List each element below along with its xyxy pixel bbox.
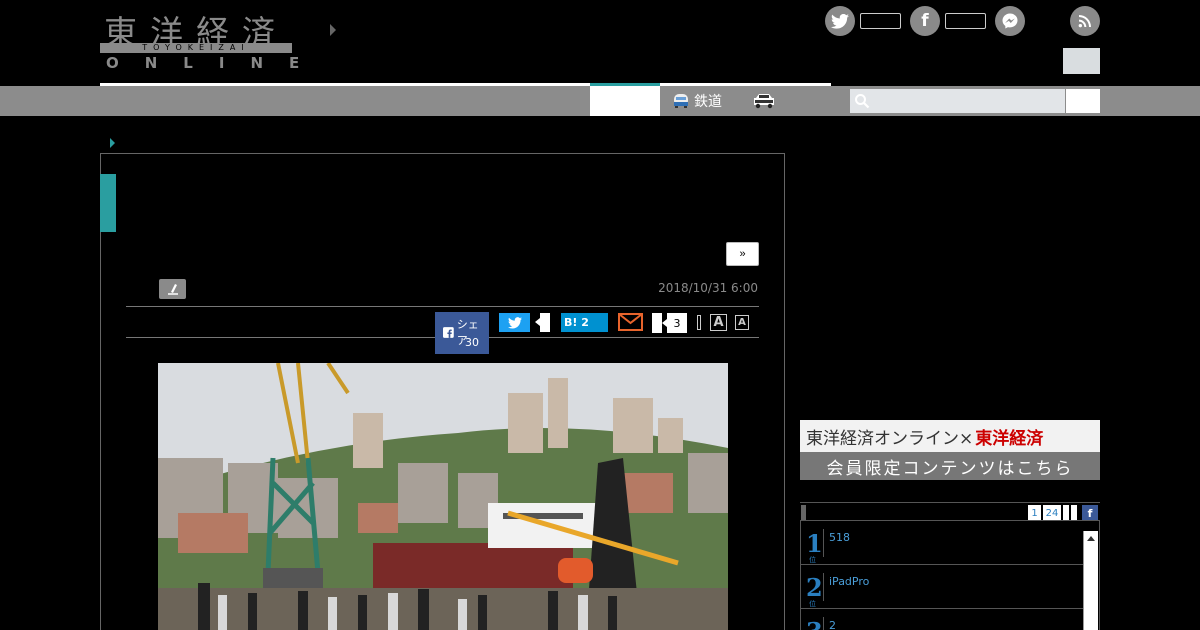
facebook-icon[interactable]: f [1082,505,1098,521]
ranking-tab-3[interactable] [1063,505,1069,521]
messenger-icon[interactable] [995,6,1025,36]
comment-button[interactable] [652,313,662,333]
ranking-list: 1 位 518 2 位 iPadPro 3 位 2 [800,520,1100,630]
author-icon[interactable] [159,279,186,299]
hatena-bookmark-button[interactable]: B! 2 [561,313,608,332]
facebook-share-count: 30 [465,336,479,349]
logo-online: ONLINE [106,54,326,72]
twitter-follow-count [860,13,901,29]
article-date: 2018/10/31 6:00 [658,281,758,295]
breadcrumb-caret-icon[interactable] [110,138,115,148]
nav-tab-railway[interactable]: 鉄道 [672,88,722,114]
divider [126,306,759,307]
car-icon[interactable] [752,92,776,110]
rank-suffix: 位 [809,556,816,564]
facebook-like-count [945,13,986,29]
mail-icon[interactable] [618,313,643,331]
banner-line2: 会員限定コンテンツはこちら [800,452,1100,480]
ranking-header-mark [801,505,806,521]
list-item[interactable]: 1 位 518 [801,521,1083,565]
list-item[interactable]: 2 位 iPadPro [801,565,1083,609]
rank-number: 2 [806,573,823,602]
ranking-scrollbar[interactable] [1083,531,1098,630]
facebook-icon [443,326,454,338]
next-page-button[interactable]: » [726,242,759,266]
rank-number: 1 [806,529,823,558]
rank-title[interactable]: iPadPro [829,575,869,588]
twitter-share-button[interactable] [499,313,530,332]
twitter-share-count [535,313,550,332]
rank-title[interactable]: 518 [829,531,850,544]
twitter-icon[interactable] [825,6,855,36]
list-item[interactable]: 3 位 2 [801,609,1083,630]
banner-brand: 東洋経済 [975,428,1044,449]
ranking-header: 1 24 f [800,502,1100,521]
rss-icon[interactable] [1070,6,1100,36]
divider [823,573,824,601]
site-logo[interactable]: 東洋経済 TOYOKEIZAI ONLINE [100,6,299,72]
search-button[interactable] [1066,89,1100,113]
article-photo [158,363,728,630]
login-button[interactable] [1063,48,1100,74]
facebook-share-button[interactable]: シェア 30 [435,312,489,354]
caret-right-icon[interactable] [330,24,336,36]
rank-number: 3 [806,617,823,630]
font-small-button[interactable]: A [735,315,749,330]
banner-line1-prefix: 東洋経済オンライン× [806,428,974,449]
facebook-icon[interactable]: f [910,6,940,36]
ranking-tab-1[interactable]: 1 [1028,505,1041,521]
article-title-accent [100,174,116,232]
rank-title[interactable]: 2 [829,619,836,630]
premium-banner[interactable]: 東洋経済オンライン× 東洋経済 会員限定コンテンツはこちら [800,420,1100,480]
nav-tab-active[interactable] [590,83,660,116]
twitter-icon [507,316,522,329]
nav-top-line-right [660,83,831,86]
font-large-button[interactable]: A [710,314,727,331]
hatena-label: B! [564,316,578,329]
hatena-count: 2 [581,316,589,329]
banner-top: 東洋経済オンライン× 東洋経済 [800,420,1100,452]
train-icon [674,94,688,108]
rank-suffix: 位 [809,600,816,608]
search-icon [854,93,870,109]
ranking-tab-4[interactable] [1071,505,1077,521]
print-icon[interactable] [697,315,701,330]
comment-count[interactable]: 3 [662,313,687,333]
logo-romaji: TOYOKEIZAI [100,43,292,53]
ranking-tab-24[interactable]: 24 [1043,505,1061,521]
nav-tab-railway-label: 鉄道 [694,94,722,110]
divider [823,529,824,557]
divider [823,617,824,630]
search-input[interactable] [850,89,1065,113]
